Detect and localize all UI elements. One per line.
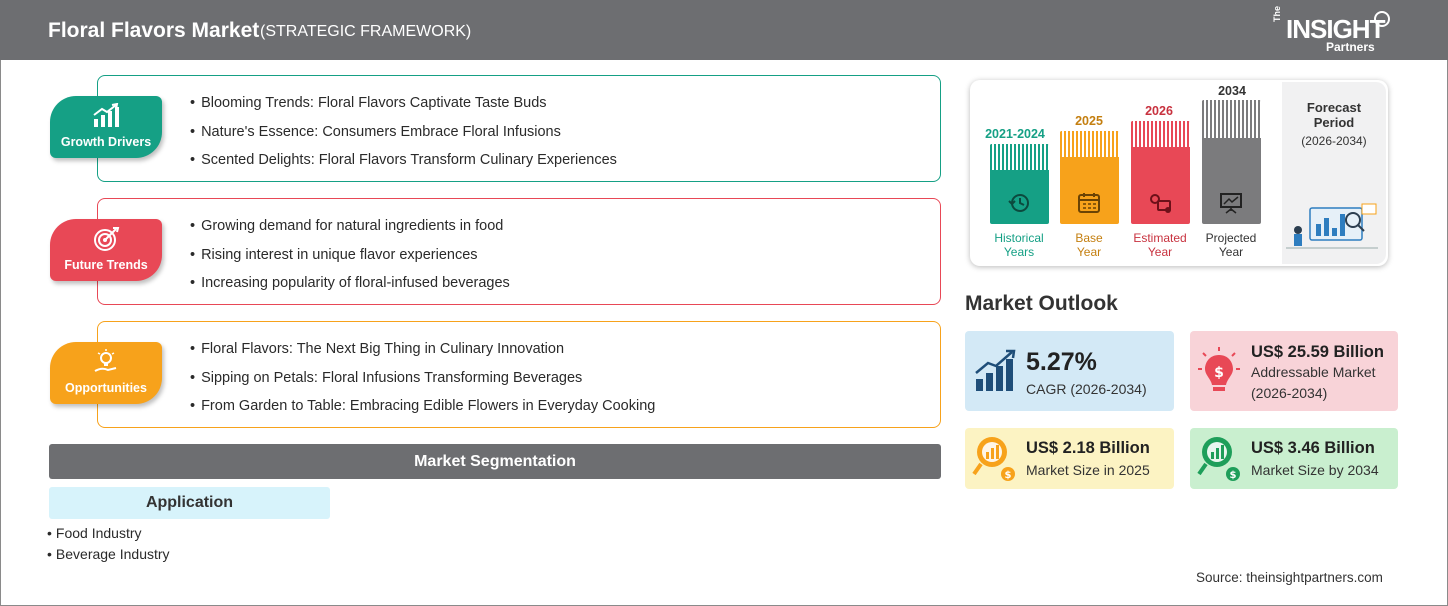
future-trends-box: Growing demand for natural ingredients i… (97, 198, 941, 305)
projected-caption-line2: Year (1218, 245, 1244, 259)
list-item: Floral Flavors: The Next Big Thing in Cu… (190, 340, 655, 369)
svg-text:$: $ (1005, 470, 1012, 481)
market-size-2034-card: $ US$ 3.46 Billion Market Size by 2034 (1190, 428, 1398, 489)
cagr-card: 5.27% CAGR (2026-2034) (965, 331, 1174, 411)
addressable-market-line2: (2026-2034) (1251, 385, 1328, 401)
market-segmentation-header: Market Segmentation (49, 444, 941, 479)
svg-text:$: $ (1214, 365, 1224, 381)
source-text: Source: theinsightpartners.com (1196, 570, 1383, 585)
list-item: Food Industry (47, 525, 170, 546)
projected-year: 2034 (1218, 84, 1246, 98)
future-trends-list: Growing demand for natural ingredients i… (190, 217, 510, 303)
projected-caption: Projected Year (1191, 231, 1271, 259)
growth-bars-icon (975, 349, 1016, 391)
base-caption-line1: Base (1075, 231, 1103, 245)
money-bulb-icon: $ (1198, 347, 1240, 391)
historical-year: 2021-2024 (985, 127, 1045, 141)
market-size-2025-card: $ US$ 2.18 Billion Market Size in 2025 (965, 428, 1174, 489)
growth-drivers-box: Blooming Trends: Floral Flavors Captivat… (97, 75, 941, 182)
list-item: Sipping on Petals: Floral Infusions Tran… (190, 369, 655, 398)
addressable-market-label: Addressable Market (2026-2034) (1251, 362, 1376, 404)
logo-partners: Partners (1326, 40, 1375, 54)
page-title: Floral Flavors Market (48, 19, 260, 42)
logo-the: The (1272, 5, 1282, 22)
magnifier-coin-icon: $ (1197, 437, 1240, 481)
cagr-label: CAGR (2026-2034) (1026, 381, 1147, 397)
future-trends-label: Future Trends (64, 258, 148, 272)
market-size-2034-value: US$ 3.46 Billion (1251, 439, 1375, 457)
analyst-dashboard-icon (1286, 203, 1378, 249)
list-item: Beverage Industry (47, 546, 170, 567)
opportunities-badge: Opportunities (50, 342, 162, 404)
historical-stripes (990, 144, 1049, 170)
list-item: Nature's Essence: Consumers Embrace Flor… (190, 123, 617, 152)
estimated-bar (1131, 121, 1190, 224)
market-size-2025-label: Market Size in 2025 (1026, 462, 1150, 478)
svg-text:$: $ (1230, 470, 1237, 481)
projected-stripes (1202, 100, 1261, 138)
history-clock-icon (1008, 194, 1029, 212)
market-size-2025-value: US$ 2.18 Billion (1026, 439, 1150, 457)
opportunities-label: Opportunities (65, 381, 147, 395)
base-stripes (1060, 131, 1119, 157)
calendar-icon (1078, 193, 1100, 213)
base-bar (1060, 131, 1119, 224)
cagr-value: 5.27% (1026, 348, 1097, 376)
projected-caption-line1: Projected (1205, 231, 1257, 245)
page-subtitle: (STRATEGIC FRAMEWORK) (260, 23, 472, 40)
historical-bar (990, 144, 1049, 224)
estimated-caption-line1: Estimated (1133, 231, 1187, 245)
estimate-gears-icon (1150, 194, 1171, 213)
list-item: Rising interest in unique flavor experie… (190, 246, 510, 275)
opportunities-list: Floral Flavors: The Next Big Thing in Cu… (190, 340, 655, 426)
growth-drivers-label: Growth Drivers (60, 135, 152, 149)
tab-application[interactable]: Application (49, 487, 330, 519)
growth-chart-icon (93, 103, 119, 127)
segmentation-list: Food Industry Beverage Industry (47, 525, 170, 567)
list-item: Increasing popularity of floral-infused … (190, 274, 510, 303)
forecast-line1: Forecast (1306, 100, 1362, 115)
growth-drivers-badge: Growth Drivers (50, 96, 162, 158)
addressable-market-card: $ US$ 25.59 Billion Addressable Market (… (1190, 331, 1398, 411)
market-outlook-title: Market Outlook (965, 292, 1118, 315)
market-size-2034-label: Market Size by 2034 (1251, 462, 1379, 478)
base-year: 2025 (1075, 114, 1103, 128)
header-bar: Floral Flavors Market (STRATEGIC FRAMEWO… (0, 0, 1448, 60)
addressable-market-value: US$ 25.59 Billion (1251, 343, 1384, 361)
historical-caption: Historical Years (979, 231, 1059, 259)
estimated-caption-line2: Year (1147, 245, 1173, 259)
magnifier-coin-icon: $ (972, 437, 1015, 481)
presentation-board-icon (1220, 193, 1242, 214)
forecast-line2: Period (1313, 115, 1355, 130)
estimated-stripes (1131, 121, 1190, 147)
base-caption: Base Year (1049, 231, 1129, 259)
historical-caption-line1: Historical (994, 231, 1044, 245)
future-trends-badge: Future Trends (50, 219, 162, 281)
growth-drivers-list: Blooming Trends: Floral Flavors Captivat… (190, 94, 617, 180)
opportunities-box: Floral Flavors: The Next Big Thing in Cu… (97, 321, 941, 428)
estimated-caption: Estimated Year (1120, 231, 1200, 259)
forecast-period-title: Forecast Period (1282, 100, 1386, 130)
estimated-year: 2026 (1145, 104, 1173, 118)
target-icon (94, 227, 120, 251)
list-item: From Garden to Table: Embracing Edible F… (190, 397, 655, 426)
forecast-range: (2026-2034) (1301, 134, 1367, 148)
logo-circle-icon (1374, 11, 1390, 27)
list-item: Blooming Trends: Floral Flavors Captivat… (190, 94, 617, 123)
forecast-period-panel: Forecast Period (2026-2034) (1282, 82, 1386, 264)
list-item: Growing demand for natural ingredients i… (190, 217, 510, 246)
list-item: Scented Delights: Floral Flavors Transfo… (190, 151, 617, 180)
insight-partners-logo: The INSIGHT Partners (1270, 6, 1400, 55)
lightbulb-hand-icon (94, 349, 117, 372)
historical-caption-line2: Years (1003, 245, 1035, 259)
base-caption-line2: Year (1076, 245, 1102, 259)
projected-bar (1202, 100, 1261, 224)
addressable-market-line1: Addressable Market (1251, 364, 1376, 380)
